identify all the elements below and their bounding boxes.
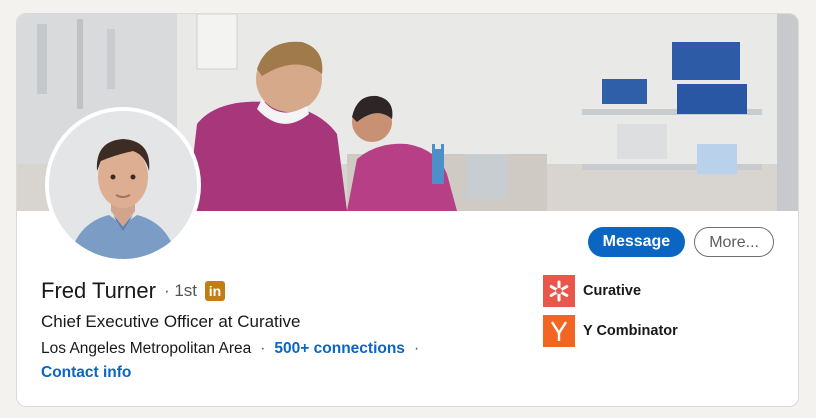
more-button[interactable]: More... bbox=[694, 227, 774, 257]
org-item-curative[interactable]: Curative bbox=[543, 275, 678, 307]
curative-logo-icon bbox=[543, 275, 575, 307]
profile-name: Fred Turner bbox=[41, 278, 156, 303]
location-separator: · bbox=[260, 340, 266, 357]
avatar bbox=[49, 111, 197, 259]
profile-headline: Chief Executive Officer at Curative bbox=[41, 312, 301, 331]
degree-label: 1st bbox=[174, 281, 198, 300]
message-button[interactable]: Message bbox=[587, 227, 686, 257]
location-row: Los Angeles Metropolitan Area · 500+ con… bbox=[41, 340, 428, 358]
profile-photo[interactable] bbox=[45, 107, 201, 263]
profile-card: Message More... Fred Turner · 1st in Chi… bbox=[16, 13, 799, 407]
org-name: Curative bbox=[583, 283, 642, 299]
degree-separator: · bbox=[163, 281, 170, 300]
org-item-y-combinator[interactable]: Y Combinator bbox=[543, 315, 678, 347]
connections-separator: · bbox=[413, 340, 420, 357]
linkedin-premium-badge-icon: in bbox=[205, 281, 226, 301]
profile-actions: Message More... bbox=[587, 227, 774, 257]
organizations-list: Curative Y Combinator bbox=[543, 275, 678, 355]
name-row: Fred Turner · 1st in bbox=[41, 278, 226, 304]
y-combinator-logo-icon bbox=[543, 315, 575, 347]
profile-location: Los Angeles Metropolitan Area bbox=[41, 340, 252, 357]
connections-link[interactable]: 500+ connections bbox=[274, 340, 405, 358]
connection-degree: · 1st bbox=[164, 281, 197, 301]
org-name: Y Combinator bbox=[583, 323, 678, 339]
contact-info-link[interactable]: Contact info bbox=[41, 364, 131, 382]
